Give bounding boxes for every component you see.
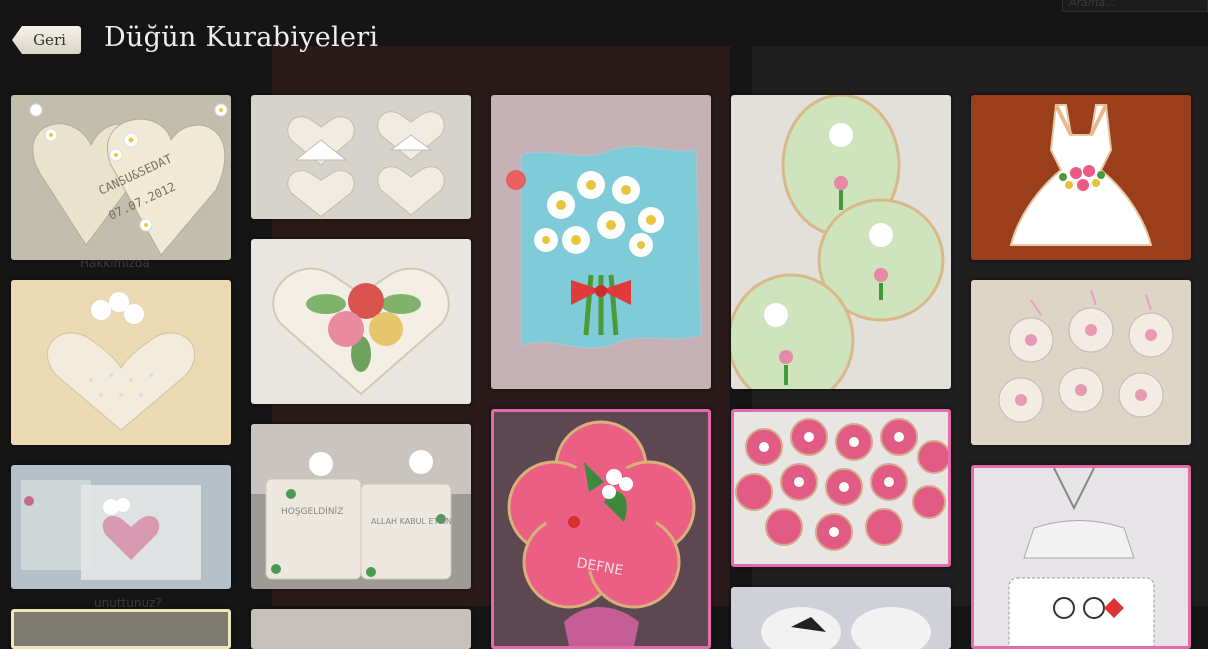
cookie-text: HOŞGELDİNİZ: [281, 506, 343, 517]
background-text: unuttunuz?: [94, 596, 162, 610]
photo-tile-wedding-dress[interactable]: [971, 95, 1191, 260]
cookie-photo: CANSU&SEDAT 07.07.2012: [11, 95, 231, 260]
photo-tile-daisy-heart[interactable]: CANSU&SEDAT 07.07.2012: [11, 95, 231, 260]
photo-tile-packed-flowers[interactable]: [971, 280, 1191, 445]
photo-tile-partial[interactable]: [11, 609, 231, 649]
photo-tile-lace-heart[interactable]: [11, 280, 231, 445]
photo-tile-defne-flower[interactable]: DEFNE: [491, 409, 711, 649]
photo-tile-partial[interactable]: [251, 609, 471, 649]
cookie-photo: [11, 280, 231, 445]
cookie-photo: [731, 587, 951, 649]
cookie-text: ALLAH KABUL ETSİN: [371, 516, 452, 526]
cookie-photo: [251, 239, 471, 404]
cookie-photo: DEFNE: [494, 412, 708, 646]
cookie-photo: [731, 95, 951, 389]
cookie-photo: [251, 609, 471, 649]
photo-tile-flower-pops[interactable]: [731, 409, 951, 567]
photo-tile-bride-groom-hearts[interactable]: [251, 95, 471, 219]
cookie-photo: [14, 612, 228, 646]
cookie-photo: [251, 95, 471, 219]
photo-tile-welcome-squares[interactable]: HOŞGELDİNİZ ALLAH KABUL ETSİN: [251, 424, 471, 589]
back-button[interactable]: Geri: [12, 26, 81, 54]
gallery-header: Geri Düğün Kurabiyeleri: [0, 0, 1208, 80]
cookie-photo: [734, 412, 948, 564]
cookie-photo: [971, 280, 1191, 445]
cookie-photo: [11, 465, 231, 589]
photo-tile-blue-bouquet[interactable]: [491, 95, 711, 389]
cookie-photo: [974, 468, 1188, 646]
photo-tile-rose-heart[interactable]: [251, 239, 471, 404]
photo-tile-partial[interactable]: [731, 587, 951, 649]
cookie-photo: HOŞGELDİNİZ ALLAH KABUL ETSİN: [251, 424, 471, 589]
cookie-photo: [491, 95, 711, 389]
photo-tile-bride-groom-drawing[interactable]: [971, 465, 1191, 649]
photo-tile-bouquet-ovals[interactable]: [731, 95, 951, 389]
cookie-photo: [971, 95, 1191, 260]
page-title: Düğün Kurabiyeleri: [104, 22, 379, 53]
photo-tile-packed-heart[interactable]: [11, 465, 231, 589]
